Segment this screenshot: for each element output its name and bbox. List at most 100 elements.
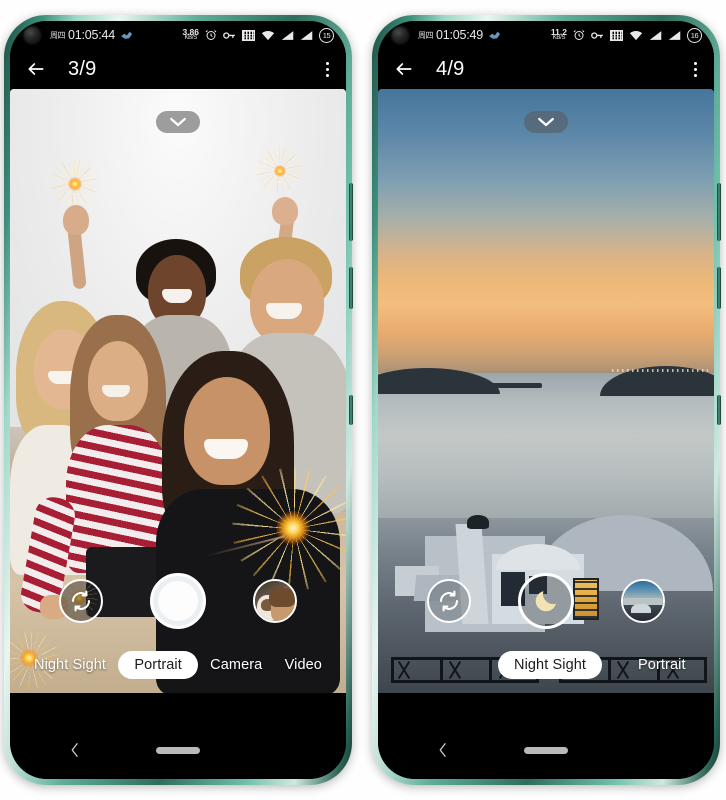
front-camera-punch-hole [24, 27, 40, 43]
clock-label: 01:05:44 [68, 28, 116, 42]
nav-back-icon[interactable] [68, 743, 82, 757]
camera-flip-icon [440, 590, 459, 612]
distant-town-lights [612, 369, 708, 373]
face [88, 341, 148, 421]
smile [162, 289, 192, 303]
qr-code-icon [242, 29, 255, 41]
photo-thumbnail-button[interactable] [252, 579, 297, 623]
home-indicator[interactable] [524, 746, 568, 754]
navigation-bar-left [10, 721, 346, 779]
screenshot-stage: 周四 01:05:44 3.86 KB/S 15 3/9 Night Sight… [0, 0, 726, 800]
wifi-icon [261, 30, 275, 40]
clock-label: 01:05:49 [436, 28, 484, 42]
chevron-down-icon [538, 117, 554, 127]
mode-portrait[interactable]: Portrait [628, 651, 696, 679]
phone-device-left: 周四 01:05:44 3.86 KB/S 15 3/9 Night Sight… [4, 15, 353, 785]
camera-flip-button[interactable] [59, 579, 104, 623]
volume-button-left[interactable] [349, 183, 353, 241]
viewfinder-left[interactable]: Night Sight Portrait Camera Video [10, 89, 346, 693]
camera-flip-button[interactable] [427, 579, 472, 623]
power-button-right[interactable] [717, 267, 721, 309]
weekday-label: 周四 [50, 30, 66, 40]
smile [102, 385, 130, 397]
mode-camera[interactable]: Camera [200, 651, 272, 679]
chevron-down-icon [170, 117, 186, 127]
alert-slider-right[interactable] [717, 395, 721, 425]
navigation-bar-right [378, 721, 714, 779]
page-counter: 3/9 [68, 57, 97, 80]
sparkler-core-large [276, 511, 310, 545]
thumbnail-person [268, 587, 295, 621]
more-options-icon[interactable] [691, 58, 700, 81]
phone-screen-right: 周四 01:05:49 11.2 KB/S 16 4/9 Night Sight… [378, 21, 714, 779]
network-speed-unit: KB/S [552, 35, 566, 42]
chimney-cap [467, 514, 490, 529]
app-bar-right: 4/9 [378, 49, 714, 89]
status-icons-left: 3.86 KB/S 15 [182, 27, 334, 43]
battery-icon: 15 [319, 27, 334, 43]
home-indicator[interactable] [156, 746, 200, 754]
app-bar-left: 3/9 [10, 49, 346, 89]
thumbnail-image [622, 581, 663, 621]
mode-night-sight[interactable]: Night Sight [24, 651, 116, 679]
qr-code-icon [610, 29, 623, 41]
face [184, 377, 270, 485]
smile [266, 303, 302, 319]
photo-thumbnail-button[interactable] [620, 579, 665, 623]
signal-bars-icon [668, 30, 681, 40]
shutter-button[interactable] [517, 573, 574, 629]
network-speed-icon: 11.2 KB/S [551, 28, 567, 42]
back-arrow-icon[interactable] [26, 59, 46, 79]
island-spit [462, 382, 542, 388]
alarm-clock-icon [573, 30, 585, 40]
signal-bars-icon [281, 30, 294, 40]
status-clock-group: 周四 01:05:49 [418, 28, 501, 42]
smile [204, 439, 248, 459]
phone-screen-left: 周四 01:05:44 3.86 KB/S 15 3/9 Night Sight… [10, 21, 346, 779]
battery-icon: 16 [687, 27, 702, 43]
mode-portrait[interactable]: Portrait [118, 651, 198, 679]
signal-bars-icon [649, 30, 662, 40]
sparkler-core [274, 165, 286, 177]
back-arrow-icon[interactable] [394, 59, 414, 79]
wifi-icon [629, 30, 643, 40]
key-icon [591, 31, 603, 39]
battery-level-label: 16 [690, 30, 699, 40]
more-options-icon[interactable] [323, 58, 332, 81]
hand [63, 205, 89, 235]
front-camera-punch-hole [392, 27, 408, 43]
status-icons-right: 11.2 KB/S 16 [551, 27, 702, 43]
camera-controls-right [378, 573, 714, 629]
expand-collapse-pill-left[interactable] [156, 111, 200, 133]
shutter-button[interactable] [149, 573, 206, 629]
bird-icon [489, 31, 501, 39]
crescent-moon-icon [535, 591, 556, 612]
volume-button-right[interactable] [717, 183, 721, 241]
thumbnail-image [254, 581, 295, 621]
bird-icon [121, 31, 133, 39]
mode-night-sight[interactable]: Night Sight [498, 651, 603, 679]
weekday-label: 周四 [418, 30, 434, 40]
alarm-clock-icon [205, 30, 217, 40]
network-speed-icon: 3.86 KB/S [182, 28, 199, 42]
power-button-left[interactable] [349, 267, 353, 309]
viewfinder-right[interactable]: Night Sight Portrait Camer [378, 89, 714, 693]
nav-back-icon[interactable] [436, 743, 450, 757]
phone-device-right: 周四 01:05:49 11.2 KB/S 16 4/9 Night Sight… [372, 15, 721, 785]
signal-bars-icon [300, 30, 313, 40]
status-bar-right: 周四 01:05:49 11.2 KB/S 16 [378, 21, 714, 49]
expand-collapse-pill-right[interactable] [524, 111, 568, 133]
status-clock-group: 周四 01:05:44 [50, 28, 133, 42]
mode-selector-left[interactable]: Night Sight Portrait Camera Video [10, 645, 346, 685]
sea-water [378, 372, 714, 530]
battery-level-label: 15 [322, 30, 331, 40]
status-bar-left: 周四 01:05:44 3.86 KB/S 15 [10, 21, 346, 49]
camera-controls-left [10, 573, 346, 629]
hand [272, 197, 298, 225]
key-icon [223, 31, 235, 39]
network-speed-unit: KB/S [184, 35, 197, 42]
camera-flip-icon [72, 590, 91, 612]
alert-slider-left[interactable] [349, 395, 353, 425]
mode-selector-right[interactable]: Night Sight Portrait Camer [378, 645, 714, 685]
mode-video[interactable]: Video [275, 651, 332, 679]
